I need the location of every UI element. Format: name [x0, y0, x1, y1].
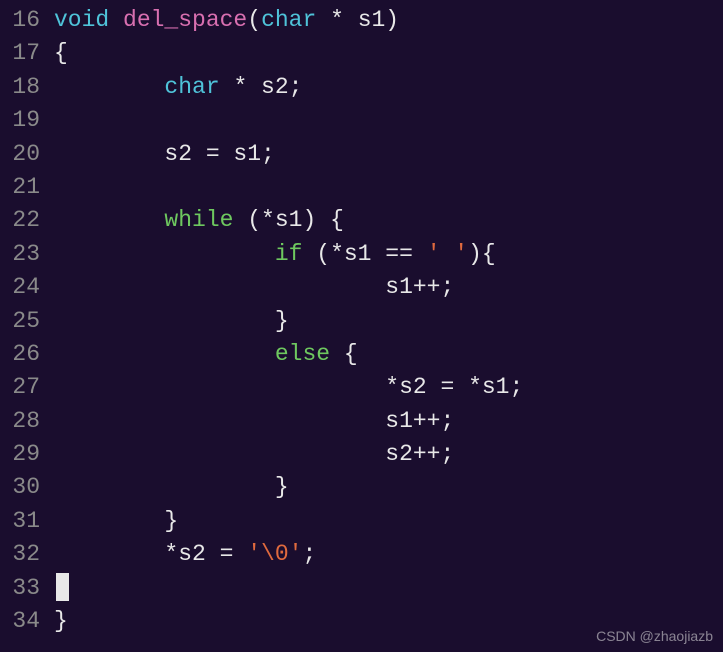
- line-number: 23: [0, 238, 40, 271]
- code-token: [54, 308, 275, 334]
- code-line: }: [54, 305, 723, 338]
- code-token: *: [233, 74, 261, 100]
- line-number: 21: [0, 171, 40, 204]
- code-token: char: [261, 7, 330, 33]
- code-token: *: [330, 7, 358, 33]
- code-editor: 16171819202122232425262728293031323334 v…: [0, 0, 723, 638]
- line-number: 25: [0, 305, 40, 338]
- code-line: else {: [54, 338, 723, 371]
- code-token: (*s1) {: [247, 207, 344, 233]
- code-token: ){: [468, 241, 496, 267]
- code-token: [54, 207, 164, 233]
- code-token: [54, 408, 385, 434]
- code-token: [54, 341, 275, 367]
- line-number: 16: [0, 4, 40, 37]
- code-line: }: [54, 471, 723, 504]
- code-token: }: [164, 508, 178, 534]
- line-number: 34: [0, 605, 40, 638]
- code-area[interactable]: void del_space(char * s1){ char * s2; s2…: [46, 4, 723, 638]
- code-token: {: [54, 40, 68, 66]
- code-token: [54, 274, 385, 300]
- line-number: 24: [0, 271, 40, 304]
- code-token: [54, 241, 275, 267]
- code-token: ): [385, 7, 399, 33]
- code-token: ;: [302, 541, 316, 567]
- line-number: 17: [0, 37, 40, 70]
- code-line: while (*s1) {: [54, 204, 723, 237]
- line-number: 30: [0, 471, 40, 504]
- code-token: s2 = s1;: [164, 141, 274, 167]
- code-token: [54, 141, 164, 167]
- code-token: *s2 = *s1;: [385, 374, 523, 400]
- code-line: void del_space(char * s1): [54, 4, 723, 37]
- code-token: '\0': [247, 541, 302, 567]
- code-token: s1++;: [385, 274, 454, 300]
- line-number: 18: [0, 71, 40, 104]
- code-line: s1++;: [54, 271, 723, 304]
- code-token: [54, 374, 385, 400]
- code-token: }: [275, 308, 289, 334]
- code-token: s1++;: [385, 408, 454, 434]
- line-number: 19: [0, 104, 40, 137]
- code-token: s2++;: [385, 441, 454, 467]
- code-token: del_space: [123, 7, 247, 33]
- code-line: [54, 171, 723, 204]
- code-token: else: [275, 341, 344, 367]
- code-line: }: [54, 505, 723, 538]
- code-line: s2++;: [54, 438, 723, 471]
- code-token: }: [275, 474, 289, 500]
- line-number: 31: [0, 505, 40, 538]
- code-line: s1++;: [54, 405, 723, 438]
- line-number: 28: [0, 405, 40, 438]
- code-token: (: [247, 7, 261, 33]
- code-token: if: [275, 241, 316, 267]
- code-token: [54, 74, 164, 100]
- line-number: 29: [0, 438, 40, 471]
- code-token: [54, 474, 275, 500]
- code-token: while: [164, 207, 247, 233]
- line-number: 26: [0, 338, 40, 371]
- code-token: ' ': [427, 241, 468, 267]
- code-token: *s2 =: [164, 541, 247, 567]
- code-line: {: [54, 37, 723, 70]
- code-line: if (*s1 == ' '){: [54, 238, 723, 271]
- line-number: 32: [0, 538, 40, 571]
- code-token: void: [54, 7, 123, 33]
- code-token: }: [54, 608, 68, 634]
- line-number: 22: [0, 204, 40, 237]
- watermark-text: CSDN @zhaojiazb: [596, 626, 713, 646]
- line-number-gutter: 16171819202122232425262728293031323334: [0, 4, 46, 638]
- code-token: [54, 441, 385, 467]
- line-number: 33: [0, 572, 40, 605]
- code-line: [54, 572, 723, 605]
- code-token: s2;: [261, 74, 302, 100]
- code-line: *s2 = *s1;: [54, 371, 723, 404]
- code-token: [54, 508, 164, 534]
- code-token: (*s1 ==: [316, 241, 426, 267]
- code-line: s2 = s1;: [54, 138, 723, 171]
- text-cursor: [56, 573, 69, 601]
- code-line: char * s2;: [54, 71, 723, 104]
- code-token: s1: [358, 7, 386, 33]
- code-token: char: [164, 74, 233, 100]
- line-number: 27: [0, 371, 40, 404]
- code-line: *s2 = '\0';: [54, 538, 723, 571]
- code-line: [54, 104, 723, 137]
- code-token: {: [344, 341, 358, 367]
- code-token: [54, 541, 164, 567]
- line-number: 20: [0, 138, 40, 171]
